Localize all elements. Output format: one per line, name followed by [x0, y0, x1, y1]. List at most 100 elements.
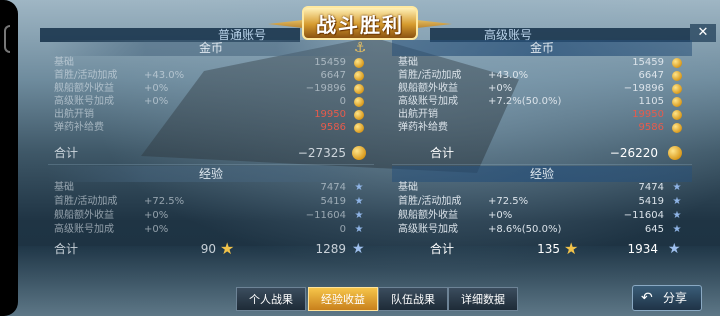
- exp-total-row: 合计 90 ★ 1289 ★: [48, 240, 374, 258]
- gold-row: 出航开销 19950: [48, 108, 374, 122]
- gold-total-row: 合计 −27325: [48, 144, 374, 162]
- row-label: 首胜/活动加成: [54, 196, 118, 207]
- row-label: 弹药补给费: [54, 122, 104, 133]
- gold-coin-icon: [672, 84, 682, 94]
- exp-total-value: 1289: [315, 242, 346, 256]
- title-plate: 战斗胜利: [302, 6, 418, 40]
- row-value: 5419: [320, 196, 346, 207]
- row-percent: +0%: [144, 210, 169, 221]
- exp-star-icon: ★: [352, 241, 365, 257]
- row-label: 首胜/活动加成: [54, 70, 118, 81]
- row-label: 基础: [398, 182, 418, 193]
- row-label: 舰船额外收益: [54, 83, 114, 94]
- gold-row: 基础 15459: [48, 56, 374, 70]
- row-label: 基础: [54, 182, 74, 193]
- row-label: 出航开销: [54, 109, 94, 120]
- row-label: 舰船额外收益: [54, 210, 114, 221]
- share-button[interactable]: ↶ 分享: [632, 285, 702, 311]
- gold-coin-icon: [354, 123, 364, 133]
- row-value: −11604: [623, 210, 664, 221]
- exp-star-icon: ★: [354, 210, 364, 221]
- row-value: 7474: [320, 182, 346, 193]
- gold-row: 首胜/活动加成 +43.0% 6647: [392, 69, 692, 83]
- gold-coin-icon: [672, 110, 682, 120]
- gold-row: 高级账号加成 +0% 0: [48, 95, 374, 109]
- tab-exp-earnings[interactable]: 经验收益: [308, 287, 378, 311]
- divider: [48, 164, 374, 165]
- exp-star-icon: ★: [668, 241, 681, 257]
- gold-coin-icon: [672, 71, 682, 81]
- close-button[interactable]: ✕: [690, 24, 716, 42]
- row-label: 首胜/活动加成: [398, 196, 462, 207]
- row-percent: +0%: [488, 210, 513, 221]
- row-label: 基础: [54, 57, 74, 68]
- tab-detailed-data[interactable]: 详细数据: [448, 287, 518, 311]
- exp-row: 首胜/活动加成 +72.5% 5419 ★: [48, 195, 374, 209]
- row-percent: +43.0%: [488, 70, 529, 81]
- row-label: 舰船额外收益: [398, 210, 458, 221]
- exp-row: 基础 7474 ★: [48, 181, 374, 195]
- row-value: −19896: [623, 83, 664, 94]
- row-value: 5419: [638, 196, 664, 207]
- row-value: 6647: [320, 70, 346, 81]
- exp-star-icon: ★: [354, 224, 364, 235]
- exp-star-icon: ★: [354, 182, 364, 193]
- row-value: 1105: [638, 96, 664, 107]
- exp-total-value: 1934: [627, 242, 658, 256]
- total-label: 合计: [430, 242, 455, 256]
- gold-row: 舰船额外收益 +0% −19896: [392, 82, 692, 96]
- device-bezel: [0, 0, 18, 316]
- captain-star-icon: ★: [564, 239, 579, 258]
- row-value: −19896: [305, 83, 346, 94]
- captain-exp-value: 90: [200, 242, 216, 256]
- row-value: 0: [339, 96, 346, 107]
- gold-row: 出航开销 19950: [392, 108, 692, 122]
- row-percent: +72.5%: [144, 196, 185, 207]
- tab-personal-results[interactable]: 个人战果: [236, 287, 306, 311]
- exp-row: 基础 7474 ★: [392, 181, 692, 195]
- share-label: 分享: [663, 291, 688, 305]
- gold-total-value: −26220: [609, 146, 658, 160]
- row-label: 基础: [398, 57, 418, 68]
- gold-total-value: −27325: [297, 146, 346, 160]
- gold-coin-icon: [354, 97, 364, 107]
- gold-coin-icon: [672, 97, 682, 107]
- row-label: 首胜/活动加成: [398, 70, 462, 81]
- exp-section-header: 经验: [48, 166, 374, 182]
- row-percent: +0%: [488, 83, 513, 94]
- tab-team-results[interactable]: 队伍战果: [378, 287, 448, 311]
- total-label: 合计: [430, 146, 455, 160]
- exp-section-header: 经验: [392, 166, 692, 182]
- gold-coin-icon: [672, 123, 682, 133]
- exp-star-icon: ★: [672, 224, 682, 235]
- row-value: 9586: [638, 122, 664, 133]
- exp-row: 高级账号加成 +8.6%(50.0%) 645 ★: [392, 223, 692, 237]
- row-value: 0: [339, 224, 346, 235]
- row-label: 弹药补给费: [398, 122, 448, 133]
- row-label: 舰船额外收益: [398, 83, 458, 94]
- exp-star-icon: ★: [672, 210, 682, 221]
- row-value: 15459: [632, 57, 664, 68]
- row-label: 出航开销: [398, 109, 438, 120]
- row-value: 645: [644, 224, 664, 235]
- row-value: 6647: [638, 70, 664, 81]
- gold-coin-icon: [354, 84, 364, 94]
- captain-exp-value: 135: [537, 242, 560, 256]
- row-value: 7474: [638, 182, 664, 193]
- gold-coin-icon: [668, 146, 682, 160]
- row-percent: +0%: [144, 224, 169, 235]
- gold-total-row: 合计 −26220: [392, 144, 692, 162]
- gold-row: 弹药补给费 9586: [48, 121, 374, 135]
- gold-section-header: 金币: [392, 40, 692, 56]
- exp-star-icon: ★: [354, 196, 364, 207]
- gold-coin-icon: [354, 58, 364, 68]
- row-label: 高级账号加成: [398, 96, 458, 107]
- gold-section-header: 金币: [48, 40, 374, 56]
- row-percent: +72.5%: [488, 196, 529, 207]
- row-label: 高级账号加成: [398, 224, 458, 235]
- gold-row: 高级账号加成 +7.2%(50.0%) 1105: [392, 95, 692, 109]
- row-label: 高级账号加成: [54, 224, 114, 235]
- gold-coin-icon: [672, 58, 682, 68]
- exp-star-icon: ★: [672, 182, 682, 193]
- gold-coin-icon: [354, 110, 364, 120]
